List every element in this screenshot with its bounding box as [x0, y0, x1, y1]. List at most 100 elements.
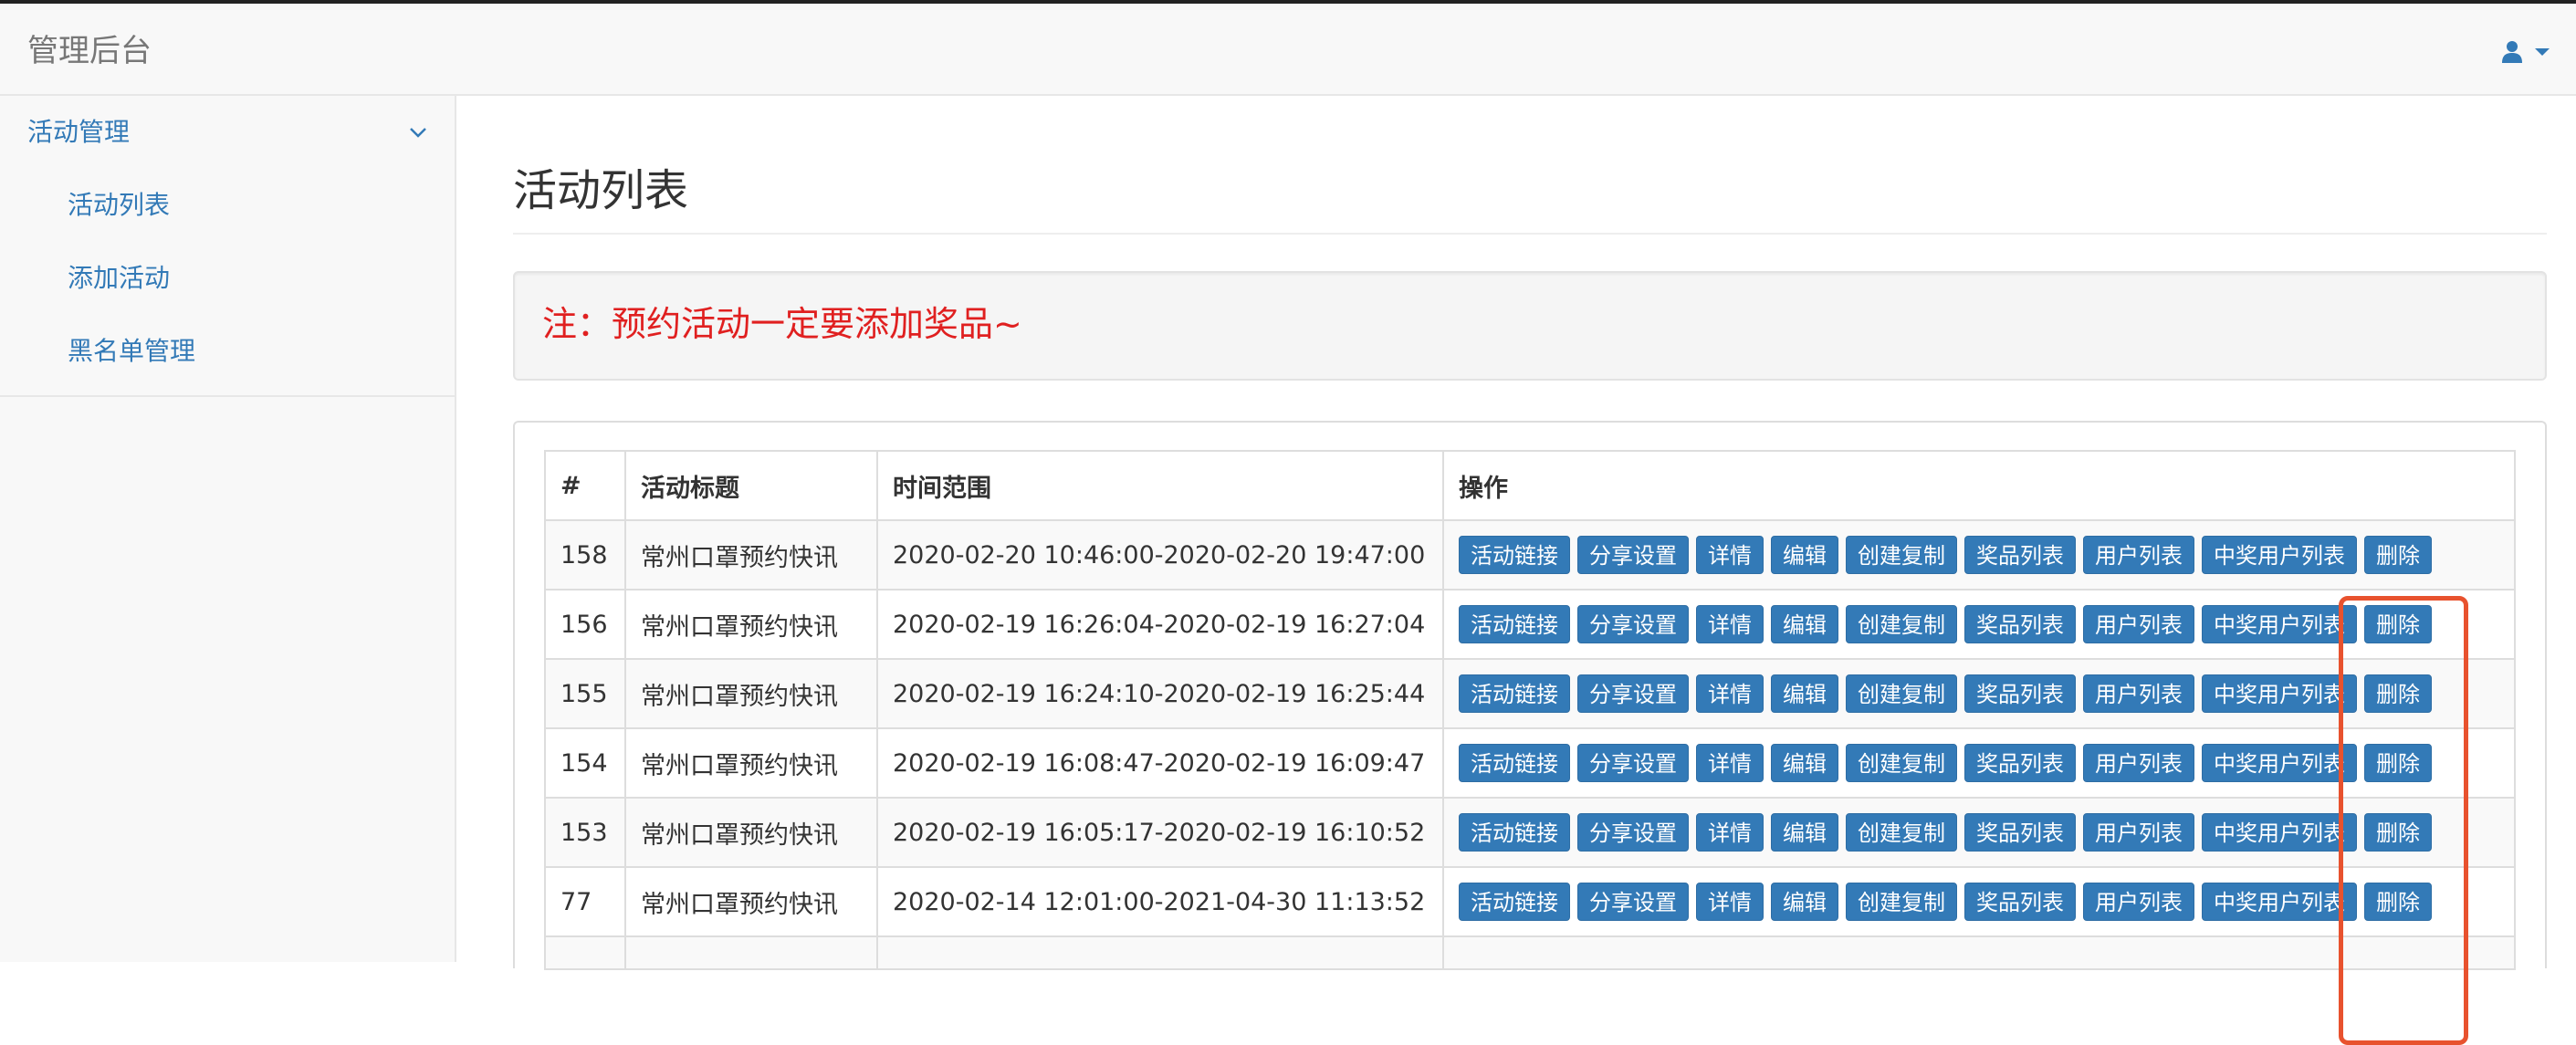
edit-button[interactable]: 编辑 [1771, 674, 1838, 713]
edit-button[interactable]: 编辑 [1771, 536, 1838, 574]
user-list-button[interactable]: 用户列表 [2083, 813, 2194, 852]
prize-list-button[interactable]: 奖品列表 [1964, 744, 2076, 782]
share-settings-button[interactable]: 分享设置 [1577, 883, 1689, 921]
share-settings-button[interactable]: 分享设置 [1577, 674, 1689, 713]
link-button[interactable]: 活动链接 [1459, 883, 1570, 921]
cell-time-range: 2020-02-19 16:08:47-2020-02-19 16:09:47 [876, 727, 1444, 799]
user-list-button[interactable]: 用户列表 [2083, 744, 2194, 782]
winner-list-button[interactable]: 中奖用户列表 [2202, 536, 2357, 574]
link-button[interactable]: 活动链接 [1459, 536, 1570, 574]
link-button[interactable]: 活动链接 [1459, 674, 1570, 713]
table-panel: # 活动标题 时间范围 操作 158 常州口罩预约快讯 2020-02-20 10:… [513, 421, 2547, 970]
action-button-group: 活动链接 分享设置 详情 编辑 创建复制 奖品列表 用户列表 中奖用户列表 删除 [1459, 605, 2499, 643]
winner-list-button[interactable]: 中奖用户列表 [2202, 744, 2357, 782]
winner-list-button[interactable]: 中奖用户列表 [2202, 605, 2357, 643]
details-button[interactable]: 详情 [1696, 605, 1764, 643]
table-row: 155 常州口罩预约快讯 2020-02-19 16:24:10-2020-02-1… [544, 658, 2516, 729]
cell-title: 常州口罩预约快讯 [624, 797, 878, 868]
sidebar-item-blacklist[interactable]: 黑名单管理 [0, 315, 455, 388]
cell-time-range: 2020-02-19 16:24:10-2020-02-19 16:25:44 [876, 658, 1444, 729]
cell-id: 156 [544, 589, 626, 660]
link-button[interactable]: 活动链接 [1459, 813, 1570, 852]
edit-button[interactable]: 编辑 [1771, 744, 1838, 782]
table-cell-empty [1442, 935, 2516, 970]
table-cell-empty [876, 935, 1444, 970]
table-row: 154 常州口罩预约快讯 2020-02-19 16:08:47-2020-02-1… [544, 727, 2516, 799]
caret-down-icon [2535, 48, 2550, 56]
table-cell-empty [624, 935, 878, 970]
prize-list-button[interactable]: 奖品列表 [1964, 883, 2076, 921]
user-list-button[interactable]: 用户列表 [2083, 536, 2194, 574]
cell-actions: 活动链接 分享设置 详情 编辑 创建复制 奖品列表 用户列表 中奖用户列表 删除 [1442, 727, 2516, 799]
action-button-group: 活动链接 分享设置 详情 编辑 创建复制 奖品列表 用户列表 中奖用户列表 删除 [1459, 674, 2499, 713]
cell-id: 155 [544, 658, 626, 729]
delete-button[interactable]: 删除 [2364, 674, 2432, 713]
table-row: 153 常州口罩预约快讯 2020-02-19 16:05:17-2020-02-1… [544, 797, 2516, 868]
share-settings-button[interactable]: 分享设置 [1577, 744, 1689, 782]
details-button[interactable]: 详情 [1696, 674, 1764, 713]
user-list-button[interactable]: 用户列表 [2083, 674, 2194, 713]
create-copy-button[interactable]: 创建复制 [1846, 674, 1957, 713]
create-copy-button[interactable]: 创建复制 [1846, 536, 1957, 574]
winner-list-button[interactable]: 中奖用户列表 [2202, 674, 2357, 713]
table-body: 158 常州口罩预约快讯 2020-02-20 10:46:00-2020-02-2… [544, 519, 2516, 970]
prize-list-button[interactable]: 奖品列表 [1964, 813, 2076, 852]
details-button[interactable]: 详情 [1696, 813, 1764, 852]
cell-actions: 活动链接 分享设置 详情 编辑 创建复制 奖品列表 用户列表 中奖用户列表 删除 [1442, 658, 2516, 729]
create-copy-button[interactable]: 创建复制 [1846, 605, 1957, 643]
prize-list-button[interactable]: 奖品列表 [1964, 605, 2076, 643]
action-button-group: 活动链接 分享设置 详情 编辑 创建复制 奖品列表 用户列表 中奖用户列表 删除 [1459, 883, 2499, 921]
prize-list-button[interactable]: 奖品列表 [1964, 536, 2076, 574]
user-list-button[interactable]: 用户列表 [2083, 605, 2194, 643]
page-title: 活动列表 [513, 165, 689, 216]
delete-button[interactable]: 删除 [2364, 605, 2432, 643]
cell-title: 常州口罩预约快讯 [624, 658, 878, 729]
delete-button[interactable]: 删除 [2364, 883, 2432, 921]
create-copy-button[interactable]: 创建复制 [1846, 813, 1957, 852]
prize-list-button[interactable]: 奖品列表 [1964, 674, 2076, 713]
share-settings-button[interactable]: 分享设置 [1577, 536, 1689, 574]
share-settings-button[interactable]: 分享设置 [1577, 605, 1689, 643]
sidebar-item-add-activity[interactable]: 添加活动 [0, 242, 455, 315]
cell-actions: 活动链接 分享设置 详情 编辑 创建复制 奖品列表 用户列表 中奖用户列表 删除 [1442, 797, 2516, 868]
cell-id: 153 [544, 797, 626, 868]
edit-button[interactable]: 编辑 [1771, 813, 1838, 852]
sidebar-group-activity-management[interactable]: 活动管理 [0, 96, 455, 169]
create-copy-button[interactable]: 创建复制 [1846, 883, 1957, 921]
action-button-group: 活动链接 分享设置 详情 编辑 创建复制 奖品列表 用户列表 中奖用户列表 删除 [1459, 744, 2499, 782]
edit-button[interactable]: 编辑 [1771, 883, 1838, 921]
cell-actions: 活动链接 分享设置 详情 编辑 创建复制 奖品列表 用户列表 中奖用户列表 删除 [1442, 866, 2516, 937]
winner-list-button[interactable]: 中奖用户列表 [2202, 813, 2357, 852]
cell-id: 154 [544, 727, 626, 799]
notice-well: 注：预约活动一定要添加奖品~ [513, 271, 2547, 381]
table-row: 158 常州口罩预约快讯 2020-02-20 10:46:00-2020-02-2… [544, 519, 2516, 590]
user-list-button[interactable]: 用户列表 [2083, 883, 2194, 921]
delete-button[interactable]: 删除 [2364, 813, 2432, 852]
winner-list-button[interactable]: 中奖用户列表 [2202, 883, 2357, 921]
delete-button[interactable]: 删除 [2364, 536, 2432, 574]
user-menu-toggle[interactable] [2501, 38, 2550, 66]
brand-title[interactable]: 管理后台 [27, 31, 152, 71]
table-cell-empty [544, 935, 626, 970]
create-copy-button[interactable]: 创建复制 [1846, 744, 1957, 782]
notice-text: 注：预约活动一定要添加奖品~ [542, 304, 1022, 344]
cell-time-range: 2020-02-14 12:01:00-2021-04-30 11:13:52 [876, 866, 1444, 937]
table-row: 77 常州口罩预约快讯 2020-02-14 12:01:00-2021-04-30… [544, 866, 2516, 937]
edit-button[interactable]: 编辑 [1771, 605, 1838, 643]
delete-button[interactable]: 删除 [2364, 744, 2432, 782]
chevron-down-icon [409, 96, 427, 169]
link-button[interactable]: 活动链接 [1459, 605, 1570, 643]
details-button[interactable]: 详情 [1696, 744, 1764, 782]
cell-actions: 活动链接 分享设置 详情 编辑 创建复制 奖品列表 用户列表 中奖用户列表 删除 [1442, 519, 2516, 590]
top-navbar: 管理后台 [0, 4, 2576, 96]
table-row: 156 常州口罩预约快讯 2020-02-19 16:26:04-2020-02-1… [544, 589, 2516, 660]
action-button-group: 活动链接 分享设置 详情 编辑 创建复制 奖品列表 用户列表 中奖用户列表 删除 [1459, 536, 2499, 574]
share-settings-button[interactable]: 分享设置 [1577, 813, 1689, 852]
cell-title: 常州口罩预约快讯 [624, 866, 878, 937]
link-button[interactable]: 活动链接 [1459, 744, 1570, 782]
cell-actions: 活动链接 分享设置 详情 编辑 创建复制 奖品列表 用户列表 中奖用户列表 删除 [1442, 589, 2516, 660]
details-button[interactable]: 详情 [1696, 883, 1764, 921]
sidebar-item-activity-list[interactable]: 活动列表 [0, 169, 455, 242]
details-button[interactable]: 详情 [1696, 536, 1764, 574]
sidebar: 活动管理 活动列表 添加活动 黑名单管理 [0, 96, 456, 962]
